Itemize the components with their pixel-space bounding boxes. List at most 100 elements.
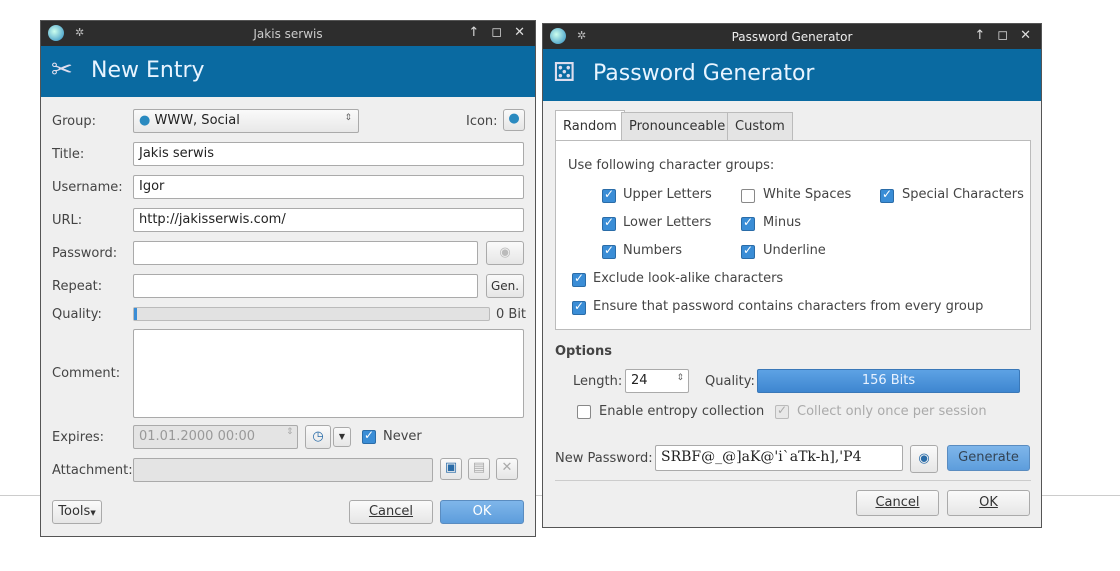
underline-checkbox[interactable] [741, 243, 755, 259]
banner-title: Password Generator [593, 61, 815, 86]
generate-button[interactable]: Generate [947, 445, 1030, 471]
random-tab-panel: Use following character groups: Upper Le… [555, 140, 1031, 330]
close-icon[interactable]: ✕ [1020, 28, 1031, 43]
show-password-button[interactable]: ◉ [910, 445, 938, 473]
tab-bar: Random Pronounceable Custom [555, 110, 1031, 142]
tab-pronounceable[interactable]: Pronounceable [621, 112, 734, 140]
password-label: Password: [52, 246, 118, 261]
new-entry-window: ✲ Jakis serwis ↑ ◻ ✕ ✂ New Entry Group: ● … [40, 20, 536, 537]
expires-input[interactable]: 01.01.2000 00:00 [133, 425, 298, 449]
group-label: Group: [52, 114, 96, 129]
ensure-every-group-label: Ensure that password contains characters… [593, 299, 984, 314]
banner: ✂ New Entry [41, 46, 535, 97]
expiry-presets-button[interactable]: ◷ [305, 425, 331, 449]
expires-spinner-icon[interactable]: ⇕ [286, 427, 294, 437]
delete-icon: ✕ [501, 460, 513, 475]
exclude-lookalike-label: Exclude look-alike characters [593, 271, 784, 286]
collect-once-label: Collect only once per session [797, 404, 987, 419]
quality-label: Quality: [52, 307, 102, 322]
banner-title: New Entry [91, 58, 205, 83]
never-checkbox[interactable] [362, 428, 376, 444]
url-input[interactable]: http://jakisserwis.com/ [133, 208, 524, 232]
length-spinbox[interactable]: 24 ⇕ [625, 369, 689, 393]
icon-picker-button[interactable]: ● [503, 109, 525, 131]
underline-label: Underline [763, 243, 826, 258]
expires-label: Expires: [52, 430, 104, 445]
gen-button[interactable]: Gen. [486, 274, 524, 298]
chevron-down-icon: ▼ [90, 509, 96, 517]
password-generator-window: ✲ Password Generator ↑ ◻ ✕ ⚄ Password Gene… [542, 23, 1042, 528]
repeat-input[interactable] [133, 274, 478, 298]
quality-bar-fill [134, 308, 137, 320]
eye-icon: ◉ [918, 451, 930, 466]
special-characters-label: Special Characters [902, 187, 1024, 202]
options-heading: Options [555, 344, 612, 359]
length-label: Length: [573, 374, 623, 389]
tools-button[interactable]: Tools▼ [52, 500, 102, 524]
title-input[interactable]: Jakis serwis [133, 142, 524, 166]
white-spaces-checkbox[interactable] [741, 189, 755, 203]
white-spaces-label: White Spaces [763, 187, 852, 202]
maximize-icon[interactable]: ◻ [491, 25, 502, 40]
ok-button[interactable]: OK [947, 490, 1030, 516]
close-icon[interactable]: ✕ [514, 25, 525, 40]
eye-icon: ◉ [499, 245, 511, 260]
url-label: URL: [52, 213, 83, 228]
banner: ⚄ Password Generator [543, 49, 1041, 101]
quality-label: Quality: [705, 374, 755, 389]
icon-label: Icon: [466, 114, 498, 129]
title-label: Title: [52, 147, 85, 162]
lower-letters-checkbox[interactable] [602, 215, 616, 231]
group-select[interactable]: ● WWW, Social ⇕ [133, 109, 359, 133]
numbers-checkbox[interactable] [602, 243, 616, 259]
never-label: Never [383, 429, 422, 444]
cancel-button[interactable]: Cancel [856, 490, 939, 516]
open-attachment-button[interactable]: ▣ [440, 458, 462, 480]
collect-once-checkbox[interactable] [775, 403, 789, 419]
upper-letters-checkbox[interactable] [602, 187, 616, 203]
comment-textarea[interactable] [133, 329, 524, 418]
show-password-button[interactable]: ◉ [486, 241, 524, 265]
spinner-icon: ⇕ [344, 113, 352, 123]
comment-label: Comment: [52, 366, 121, 381]
password-input[interactable] [133, 241, 478, 265]
minus-label: Minus [763, 215, 802, 230]
window-title: Jakis serwis [253, 27, 323, 41]
divider [555, 480, 1031, 481]
upper-letters-label: Upper Letters [623, 187, 712, 202]
save-attachment-button[interactable]: ▤ [468, 458, 490, 480]
tab-custom[interactable]: Custom [727, 112, 793, 140]
dice-icon: ⚄ [553, 58, 576, 88]
attachment-input[interactable] [133, 458, 433, 482]
cancel-button[interactable]: Cancel [349, 500, 433, 524]
lower-letters-label: Lower Letters [623, 215, 712, 230]
repeat-label: Repeat: [52, 279, 103, 294]
clock-icon: ◷ [312, 429, 324, 444]
tab-random[interactable]: Random [555, 110, 625, 140]
minus-checkbox[interactable] [741, 215, 755, 231]
numbers-label: Numbers [623, 243, 682, 258]
globe-icon: ● [139, 113, 151, 128]
delete-attachment-button[interactable]: ✕ [496, 458, 518, 480]
title-bar: ✲ Password Generator ↑ ◻ ✕ [543, 24, 1041, 49]
ok-button[interactable]: OK [440, 500, 524, 524]
new-password-input[interactable]: SRBF@_@]aK@'i`aTk-h],'P4 [655, 445, 903, 471]
entropy-label: Enable entropy collection [599, 404, 765, 419]
ensure-every-group-checkbox[interactable] [572, 299, 586, 315]
folder-icon: ▣ [444, 460, 458, 475]
spinner-icon[interactable]: ⇕ [676, 373, 684, 383]
length-value: 24 [631, 373, 648, 388]
key-tools-icon: ✂ [51, 55, 73, 85]
shade-icon[interactable]: ↑ [468, 25, 479, 40]
entropy-checkbox[interactable] [577, 405, 591, 419]
expiry-dropdown-button[interactable]: ▼ [333, 427, 351, 447]
maximize-icon[interactable]: ◻ [997, 28, 1008, 43]
username-label: Username: [52, 180, 123, 195]
shade-icon[interactable]: ↑ [974, 28, 985, 43]
special-characters-checkbox[interactable] [880, 187, 894, 203]
group-value: WWW, Social [154, 113, 240, 128]
username-input[interactable]: Igor [133, 175, 524, 199]
window-title: Password Generator [731, 30, 853, 44]
groups-label: Use following character groups: [568, 158, 775, 173]
exclude-lookalike-checkbox[interactable] [572, 271, 586, 287]
